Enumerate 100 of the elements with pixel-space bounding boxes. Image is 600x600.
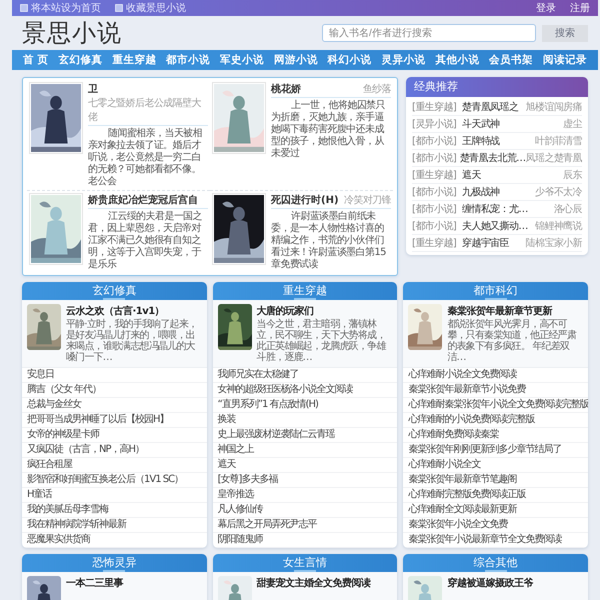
book-link[interactable]: 影智宿和好闺蜜互换老公后（1V1 SC）	[22, 473, 207, 488]
book-title[interactable]: 穿越宇宙臣	[462, 236, 526, 250]
book-link[interactable]: 心痒难耐秦棠张贺年小说全文免费阅读完整版	[403, 398, 588, 413]
book-author: 旭楼谊闯房痛	[526, 100, 582, 114]
nav-tab[interactable]: 科幻小说	[324, 53, 375, 67]
panel-title[interactable]: 女生言情	[212, 554, 398, 572]
site-logo[interactable]: 景思小说	[22, 17, 122, 49]
book-author: 辰东	[563, 168, 582, 182]
book-link[interactable]: 秦棠张贺年最新章节笔趣阁	[403, 473, 588, 488]
book-link[interactable]: 我师兄实在太稳健了	[212, 368, 398, 383]
panel-title[interactable]: 都市科幻	[403, 282, 588, 300]
book-description: 平静·立时，我的手我响了起来，是好友冯晶儿打来的，喂喂，出来喝点，谁歌满志想冯晶儿的大嗓门一下…	[66, 319, 198, 363]
category-label: [重生穿越]	[412, 236, 458, 250]
book-description: 上一世，他将她囚禁只为折磨，灭她九族，亲手逼她喝下毒药害死腹中还未成型的孩子，她恨他入骨，从未爱过	[271, 100, 386, 160]
book-link[interactable]: 遮天	[212, 458, 398, 473]
panel-title: 经典推荐	[406, 77, 588, 97]
category-label: [都市小说]	[412, 134, 458, 148]
book-link[interactable]: 皇帝推选	[212, 488, 398, 503]
book-description: 许尉蓝谈墨白前纸未委，是一本人物性格讨喜的精编之作，书荒的小伙伴们看过来！许尉蓝谈墨白第15章免费试读	[271, 211, 387, 271]
panel-title[interactable]: 重生穿越	[212, 282, 398, 300]
book-link[interactable]: 心痒难耐的小说免费阅读完整版	[403, 413, 588, 428]
panel-title[interactable]: 恐怖灵异	[22, 554, 207, 572]
book-link[interactable]: 秦棠张贺年最新章节小说免费	[403, 383, 588, 398]
account-link[interactable]: 登录	[536, 1, 556, 15]
book-author: 锦鲤神鹰说	[534, 220, 582, 233]
search-button[interactable]: 搜索	[542, 24, 588, 42]
book-link[interactable]: 心痒难耐免费阅读秦棠	[403, 428, 588, 443]
nav-tab[interactable]: 灵异小说	[378, 53, 428, 67]
book-title[interactable]: 斗天武神	[462, 117, 564, 131]
account-link[interactable]: 注册	[570, 1, 590, 15]
book-description: 江云绥的夫君是一国之君，因上辈恩怨，天启帝对江家不满已久她很有自知之明，这等于入宫即失宠，于是乐乐	[88, 211, 204, 271]
category-label: [灵异小说]	[412, 118, 458, 131]
book-link[interactable]: 我在精神病院学斩神最新	[22, 518, 207, 533]
top-link[interactable]: 收藏景思小说	[126, 1, 186, 15]
book-link[interactable]: 秦棠张贺年刚刚更新到多少章节结局了	[403, 443, 588, 458]
book-link[interactable]: 阴阳随鬼师	[212, 533, 398, 548]
panel-title[interactable]: 玄幻修真	[22, 282, 207, 300]
book-title[interactable]: 遮天	[462, 168, 564, 182]
book-title[interactable]: 一本二三里事	[66, 576, 123, 590]
book-title[interactable]: 死囚进行时(H)	[271, 193, 339, 207]
book-link[interactable]: 心痒难耐完整版免费阅读正版	[403, 488, 588, 503]
book-author: 冷笑对刀锋	[344, 194, 391, 207]
category-label: [都市小说]	[412, 202, 458, 216]
book-title[interactable]: 王牌特战	[462, 134, 535, 148]
book-author: 鱼纱落	[362, 82, 391, 96]
book-link[interactable]: 秦棠张贺年小说最新章节全文免费阅读	[403, 533, 588, 548]
nav-tab[interactable]: 会员书架	[486, 53, 536, 67]
book-title[interactable]: 夫人她又撕动…	[462, 219, 535, 233]
book-link[interactable]: [女尊]多夫多福	[212, 473, 398, 488]
book-link[interactable]: 神国之上	[212, 443, 398, 458]
panel-title[interactable]: 综合其他	[403, 554, 588, 572]
book-author: 七零之暨娇后老公成隔壁大佬	[88, 96, 202, 124]
book-title[interactable]: 大唐的玩家们	[256, 304, 392, 318]
book-link[interactable]: 女神的超级狂医杨洛小说全文阅读	[212, 383, 398, 398]
book-author: 虚尘	[563, 118, 582, 131]
book-link[interactable]: 安息日	[22, 368, 207, 383]
top-link[interactable]: 将本站设为首页	[31, 1, 101, 15]
book-link[interactable]: 史上最强废材逆袭陆仁云青瑶	[212, 428, 398, 443]
book-link[interactable]: 总裁与金丝女	[22, 398, 207, 413]
book-title[interactable]: 九极战神	[462, 185, 535, 199]
book-link[interactable]: 秦棠张贺年小说全文免费	[403, 518, 588, 533]
book-link[interactable]: 心痒难耐小说全文免费阅读	[403, 368, 588, 383]
book-description: 随闻蜜相亲，当天被相亲对象拉去领了证。婚后才听说，老公竟然是一穷二白的无赖？可她都看都不像。老公会	[88, 128, 204, 188]
book-title[interactable]: 卫	[88, 82, 98, 96]
book-link[interactable]: 女帝的神级星卡师	[22, 428, 207, 443]
book-link[interactable]: 幕后黑之开局弄死尹志平	[212, 518, 398, 533]
book-author: 洛心辰	[554, 202, 582, 216]
book-link[interactable]: 把哥哥当成男神睡了以后【校园H】	[22, 413, 207, 428]
category-label: [都市小说]	[412, 152, 458, 165]
book-title[interactable]: 楚青凰去北荒…	[460, 151, 526, 165]
book-author: 叶韵菲清雪	[534, 134, 582, 148]
book-link[interactable]: 凡人修仙传	[212, 503, 398, 518]
book-link[interactable]: 心痒难耐全文阅读最新更新	[403, 503, 588, 518]
nav-tab[interactable]: 阅读记录	[540, 53, 590, 67]
book-description: 都说张贺年风光霁月，高不可攀，只有秦棠知道，他正经严肃的表象下有多疯狂。 年纪差双洁…	[447, 319, 578, 363]
category-label: [重生穿越]	[412, 168, 458, 182]
book-description: 当今之世，君主暗弱，藩镇林立，民不聊生，天下大势将成，此正英雄崛起，龙腾虎跃，争雄斗胜，逐鹿…	[256, 319, 387, 363]
book-link[interactable]: H童话	[22, 488, 207, 503]
book-title[interactable]: 桃花娇	[271, 82, 301, 96]
book-title[interactable]: 云水之欢（古言·1v1）	[66, 304, 202, 318]
book-link[interactable]: 腾吉（父女 年代）	[22, 383, 207, 398]
nav-tab[interactable]: 其他小说	[432, 53, 482, 67]
book-author: 陆棉宝家小新	[526, 236, 582, 250]
book-author: 少爷不太冷	[534, 186, 582, 199]
category-label: [都市小说]	[412, 186, 458, 199]
book-link[interactable]: 我的美腻岳母李雪梅	[22, 503, 207, 518]
book-link[interactable]: 疯狂合租屋	[22, 458, 207, 473]
nav-tab[interactable]: 网游小说	[270, 53, 321, 67]
book-link[interactable]: 换装	[212, 413, 398, 428]
book-title[interactable]: 楚青凰凤瑶之	[462, 100, 526, 114]
category-label: [重生穿越]	[412, 100, 458, 114]
book-link[interactable]: 又疯囚徒（古言，NP，高H）	[22, 443, 207, 458]
book-link[interactable]: 恶魔果实供货商	[22, 533, 207, 548]
book-author: 凤瑶之楚青凰	[526, 152, 582, 165]
book-link[interactable]: “直男系列”1 有点敌情(H)	[212, 398, 398, 413]
book-link[interactable]: 心痒难耐小说全文	[403, 458, 588, 473]
book-title[interactable]: 娇贵庶妃冶烂宠冠后宫自	[88, 193, 198, 207]
search-field[interactable]: 输入书名/作者进行搜索	[322, 24, 536, 42]
book-title[interactable]: 缠情私宠：尤…	[462, 202, 554, 216]
book-title[interactable]: 秦棠张贺年最新章节更新	[447, 304, 583, 318]
